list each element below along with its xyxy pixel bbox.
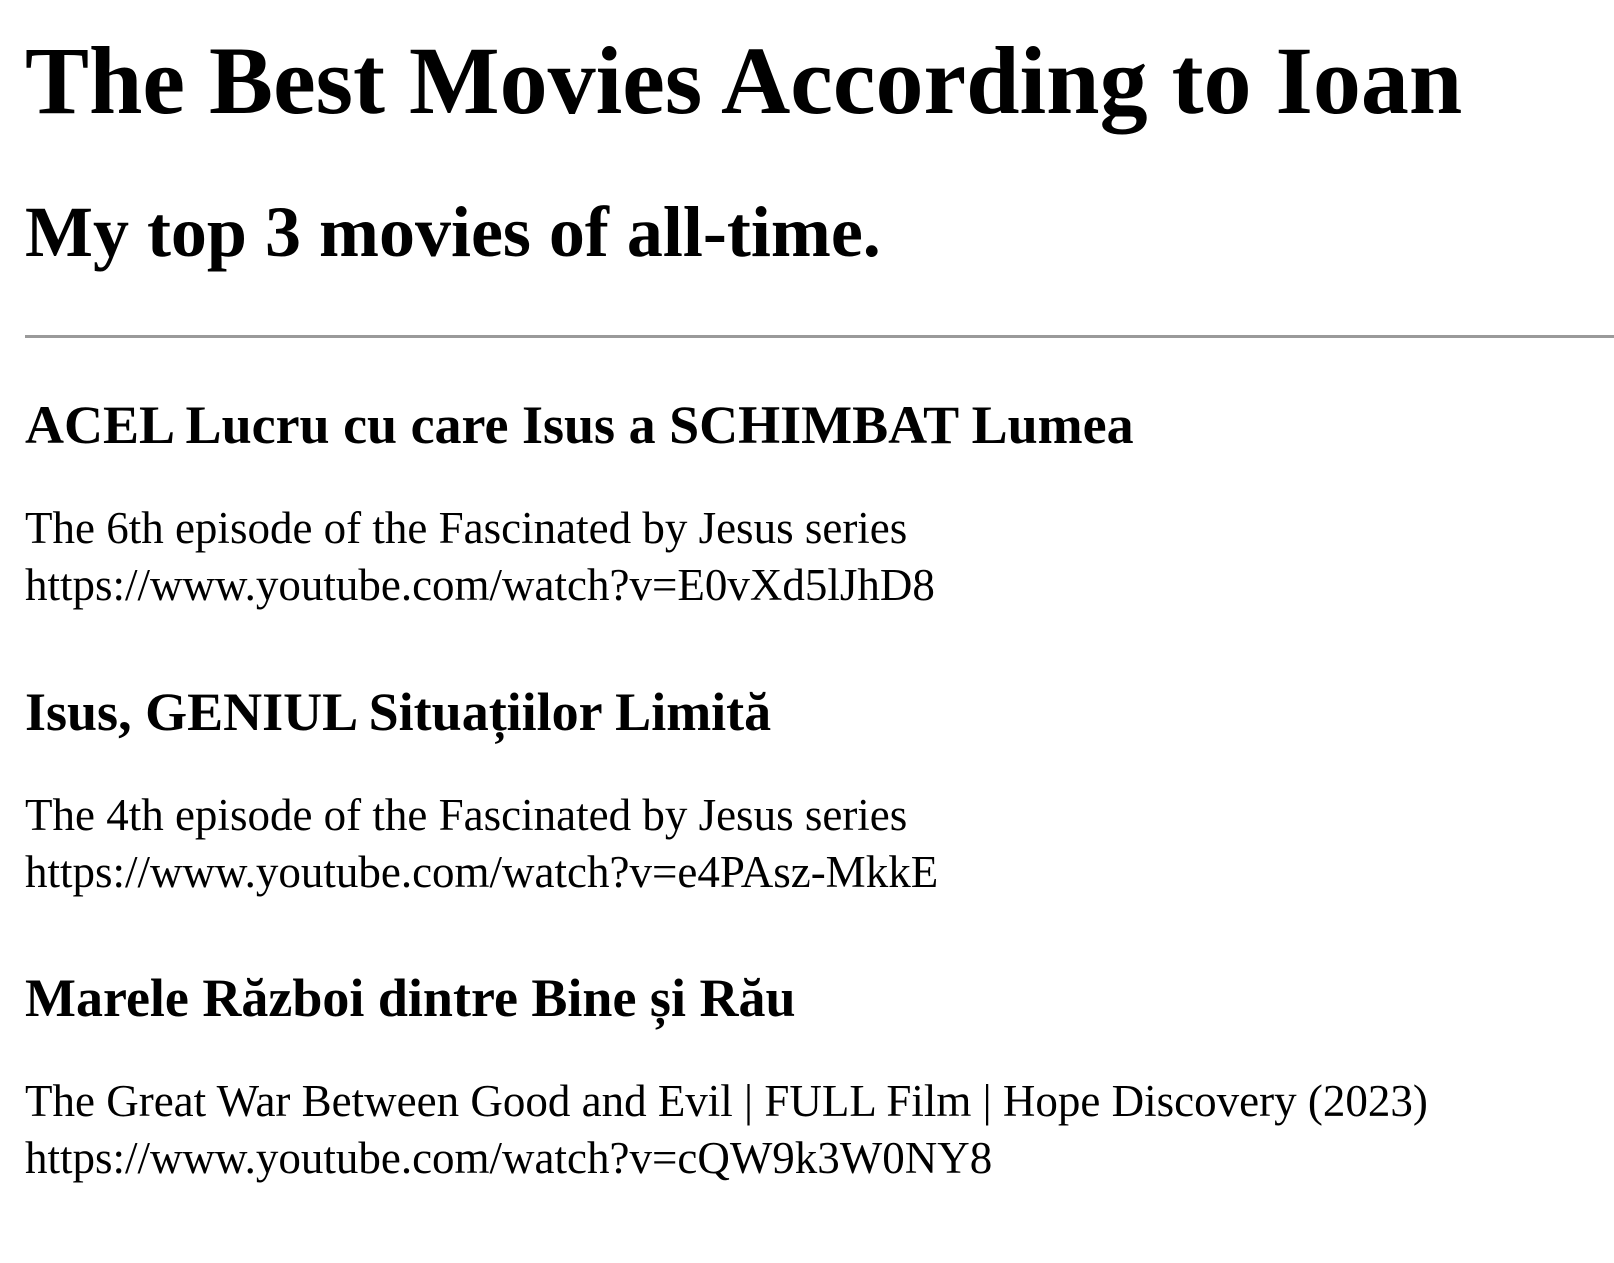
movie-description: The 6th episode of the Fascinated by Jes… [25, 503, 908, 554]
movie-title: Isus, GENIUL Situațiilor Limită [25, 682, 772, 742]
movie-entry-3: Marele Război dintre Bine și Rău The Gre… [25, 968, 1585, 1186]
section-divider [25, 335, 1614, 338]
page-subtitle: My top 3 movies of all-time. [25, 192, 881, 272]
movie-description-block: The Great War Between Good and Evil | FU… [25, 1073, 1585, 1186]
movie-url: https://www.youtube.com/watch?v=E0vXd5lJ… [25, 559, 935, 610]
movie-title: ACEL Lucru cu care Isus a SCHIMBAT Lumea [25, 395, 1134, 455]
movie-description-block: The 6th episode of the Fascinated by Jes… [25, 500, 1585, 613]
movie-entry-2: Isus, GENIUL Situațiilor Limită The 4th … [25, 682, 1585, 900]
movie-description-block: The 4th episode of the Fascinated by Jes… [25, 787, 1585, 900]
movie-description: The Great War Between Good and Evil | FU… [25, 1076, 1428, 1127]
movie-entry-1: ACEL Lucru cu care Isus a SCHIMBAT Lumea… [25, 395, 1585, 613]
page-title: The Best Movies According to Ioan [25, 27, 1463, 134]
movie-title: Marele Război dintre Bine și Rău [25, 968, 796, 1028]
movie-description: The 4th episode of the Fascinated by Jes… [25, 790, 908, 841]
movie-url: https://www.youtube.com/watch?v=e4PAsz-M… [25, 846, 939, 897]
movie-url: https://www.youtube.com/watch?v=cQW9k3W0… [25, 1132, 993, 1183]
